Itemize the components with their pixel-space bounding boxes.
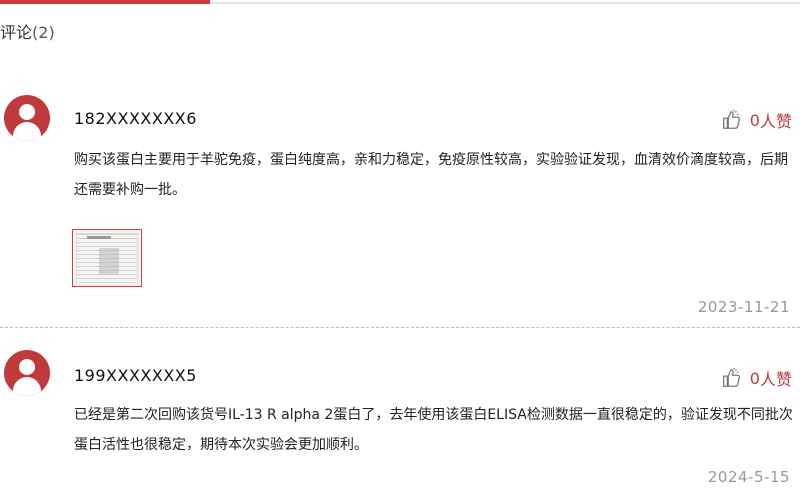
like-count: 0 [749, 368, 760, 388]
thumbs-up-icon [722, 109, 740, 129]
comment-username: 199XXXXXXX5 [74, 366, 197, 385]
comment-text: 已经是第二次回购该货号IL-13 R alpha 2蛋白了，去年使用该蛋白ELI… [74, 407, 793, 453]
comments-title: 评论 [0, 23, 33, 42]
user-avatar-icon [4, 95, 50, 141]
comment-image-thumbnail[interactable] [72, 229, 142, 287]
like-button[interactable]: 0 人赞 [720, 366, 792, 390]
comments-page: 评论(2) 182XXXXXXX6 0 人赞 购买该蛋白主要用于羊驼免疫，蛋白纯度… [0, 0, 800, 494]
comment-username: 182XXXXXXX6 [74, 109, 197, 128]
like-label: 人赞 [759, 112, 792, 131]
like-label: 人赞 [759, 370, 792, 389]
active-tab-indicator [0, 0, 210, 4]
comments-count: (2) [32, 23, 55, 42]
document-image [76, 233, 138, 283]
comments-header: 评论(2) [0, 22, 55, 44]
comment-date: 2024-5-15 [707, 468, 790, 486]
thumbs-up-icon [722, 367, 740, 387]
like-button[interactable]: 0 人赞 [720, 108, 792, 132]
comment-divider [0, 327, 800, 328]
user-avatar-icon [4, 350, 50, 396]
comment-text: 购买该蛋白主要用于羊驼免疫，蛋白纯度高，亲和力稳定，免疫原性较高，实验验证发现，… [74, 152, 788, 198]
like-count: 0 [749, 110, 760, 130]
comment-date: 2023-11-21 [697, 298, 790, 316]
